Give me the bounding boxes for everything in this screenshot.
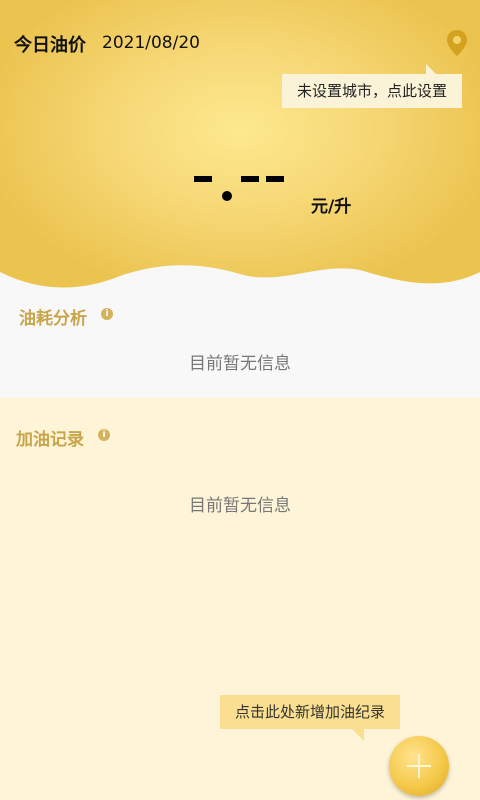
page-title: 今日油价	[14, 35, 86, 56]
add-record-button[interactable]	[389, 736, 449, 796]
price-unit: 元/升	[311, 197, 352, 217]
set-city-tooltip[interactable]: 未设置城市，点此设置	[282, 74, 462, 108]
consumption-title: 油耗分析	[19, 309, 87, 329]
add-record-tooltip[interactable]: 点击此处新增加油纪录	[220, 695, 400, 729]
info-icon[interactable]: i	[98, 429, 110, 441]
consumption-empty-text: 目前暂无信息	[189, 354, 291, 374]
date-label: 2021/08/20	[102, 33, 200, 53]
price-placeholder	[194, 176, 284, 201]
location-pin-icon[interactable]	[444, 28, 470, 58]
info-icon[interactable]: i	[101, 308, 113, 320]
records-empty-text: 目前暂无信息	[189, 496, 291, 516]
consumption-section: 油耗分析 i 目前暂无信息	[0, 296, 480, 398]
add-tooltip-pointer	[352, 729, 364, 741]
plus-icon-stroke	[418, 754, 420, 778]
records-title: 加油记录	[16, 430, 84, 450]
